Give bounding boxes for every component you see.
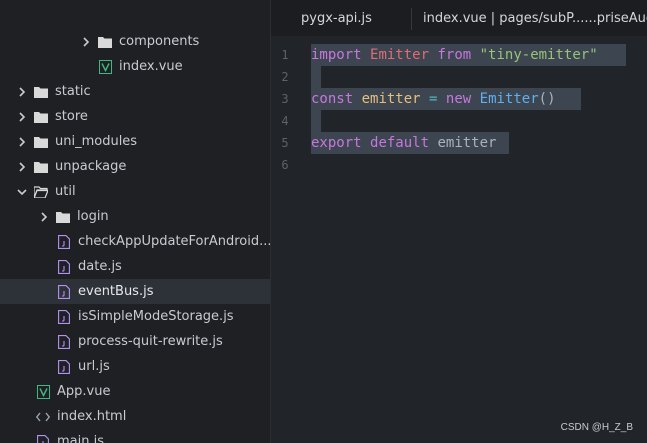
keyword-from: from — [437, 47, 472, 63]
tree-item-label: url.js — [78, 359, 110, 374]
folder-icon — [34, 159, 48, 175]
html-file-icon — [36, 409, 50, 425]
editor-tab-bar: pygx-api.js index.vue | pages/subP......… — [271, 0, 647, 36]
chevron-right-icon[interactable] — [38, 204, 50, 229]
folder-icon — [34, 109, 48, 125]
identifier-emitter-var: emitter — [361, 91, 421, 107]
tree-item-util[interactable]: util — [0, 179, 270, 204]
tree-item-label: components — [119, 34, 200, 49]
code-editor[interactable]: 1 2 3 4 5 6 import Emitter from "tiny-em… — [271, 36, 647, 443]
line-number: 2 — [281, 70, 289, 84]
tree-item-components[interactable]: components — [0, 29, 270, 54]
folder-icon — [34, 84, 48, 100]
tree-item-label: process-quit-rewrite.js — [78, 334, 223, 349]
chevron-down-icon[interactable] — [16, 179, 28, 204]
js-file-icon — [57, 259, 71, 275]
tab-divider — [411, 8, 412, 30]
string-literal: "tiny-emitter" — [479, 47, 598, 63]
tree-item-check-app-update[interactable]: checkAppUpdateForAndroid... — [0, 229, 270, 254]
js-file-icon — [57, 234, 71, 250]
folder-icon — [34, 134, 48, 150]
identifier-emitter-export: emitter — [437, 135, 497, 151]
line-number: 5 — [281, 136, 289, 150]
watermark: CSDN @H_Z_B — [560, 422, 633, 433]
tree-item-label: unpackage — [55, 159, 127, 174]
tab-index-vue[interactable]: index.vue | pages/subP......priseAudit — [423, 0, 647, 36]
tree-item-label: date.js — [78, 259, 122, 274]
folder-icon — [56, 209, 70, 225]
js-file-icon — [57, 284, 71, 300]
chevron-right-icon[interactable] — [16, 154, 28, 179]
tree-item-app-vue[interactable]: App.vue — [0, 379, 270, 404]
code-line-3: const emitter = new Emitter() — [311, 88, 556, 110]
chevron-right-icon[interactable] — [80, 29, 92, 54]
folder-icon — [98, 34, 112, 50]
keyword-new: new — [445, 91, 472, 107]
file-tree-sidebar: components index.vue static store uni_mo… — [0, 0, 270, 443]
tree-item-is-simple-mode-storage[interactable]: isSimpleModeStorage.js — [0, 304, 270, 329]
tree-item-label: checkAppUpdateForAndroid... — [78, 234, 270, 249]
tree-item-store[interactable]: store — [0, 104, 270, 129]
tree-item-label: index.vue — [119, 59, 183, 74]
selection-highlight — [311, 110, 321, 132]
js-file-icon — [57, 309, 71, 325]
chevron-right-icon[interactable] — [16, 79, 28, 104]
ide-window: components index.vue static store uni_mo… — [0, 0, 647, 443]
code-line-5: export default emitter — [311, 132, 496, 154]
tree-item-static[interactable]: static — [0, 79, 270, 104]
tree-item-main-js[interactable]: main.js — [0, 429, 270, 443]
tree-item-label: util — [55, 184, 76, 199]
js-file-icon — [57, 334, 71, 350]
chevron-right-icon[interactable] — [16, 104, 28, 129]
tree-item-url-js[interactable]: url.js — [0, 354, 270, 379]
line-number: 6 — [281, 158, 289, 172]
tree-item-index-html[interactable]: index.html — [0, 404, 270, 429]
tree-item-label: store — [55, 109, 88, 124]
tree-item-date-js[interactable]: date.js — [0, 254, 270, 279]
tree-item-unpackage[interactable]: unpackage — [0, 154, 270, 179]
folder-open-icon — [34, 184, 48, 200]
tree-item-label: login — [77, 209, 109, 224]
tree-item-index-vue[interactable]: index.vue — [0, 54, 270, 79]
keyword-export: export — [311, 135, 362, 151]
tab-label: pygx-api.js — [301, 10, 372, 26]
keyword-const: const — [311, 91, 354, 107]
tree-item-label: eventBus.js — [78, 284, 154, 299]
tree-item-process-quit-rewrite[interactable]: process-quit-rewrite.js — [0, 329, 270, 354]
js-file-icon — [36, 434, 50, 443]
code-line-1: import Emitter from "tiny-emitter" — [311, 44, 598, 66]
identifier-emitter-class: Emitter — [370, 47, 430, 63]
call-parens: () — [538, 91, 556, 107]
identifier-emitter-call: Emitter — [479, 91, 539, 107]
tree-item-uni-modules[interactable]: uni_modules — [0, 129, 270, 154]
tree-item-label: main.js — [57, 434, 104, 443]
tab-label: index.vue | pages/subP......priseAudit — [423, 10, 647, 26]
chevron-right-icon[interactable] — [16, 129, 28, 154]
vue-file-icon — [98, 59, 112, 75]
line-number: 4 — [281, 114, 289, 128]
tree-item-label: uni_modules — [55, 134, 138, 149]
line-number: 1 — [281, 48, 289, 62]
js-file-icon — [57, 359, 71, 375]
selection-highlight — [311, 66, 321, 88]
keyword-default: default — [370, 135, 430, 151]
tree-item-label: index.html — [57, 409, 127, 424]
line-number: 3 — [281, 92, 289, 106]
tab-pygx-api[interactable]: pygx-api.js — [301, 0, 401, 36]
vue-file-icon — [36, 384, 50, 400]
tree-item-eventbus-js[interactable]: eventBus.js — [0, 279, 270, 304]
tree-item-label: App.vue — [57, 384, 111, 399]
keyword-import: import — [311, 47, 362, 63]
tree-item-label: static — [55, 84, 91, 99]
tree-item-login[interactable]: login — [0, 204, 270, 229]
tree-item-label: isSimpleModeStorage.js — [78, 309, 234, 324]
